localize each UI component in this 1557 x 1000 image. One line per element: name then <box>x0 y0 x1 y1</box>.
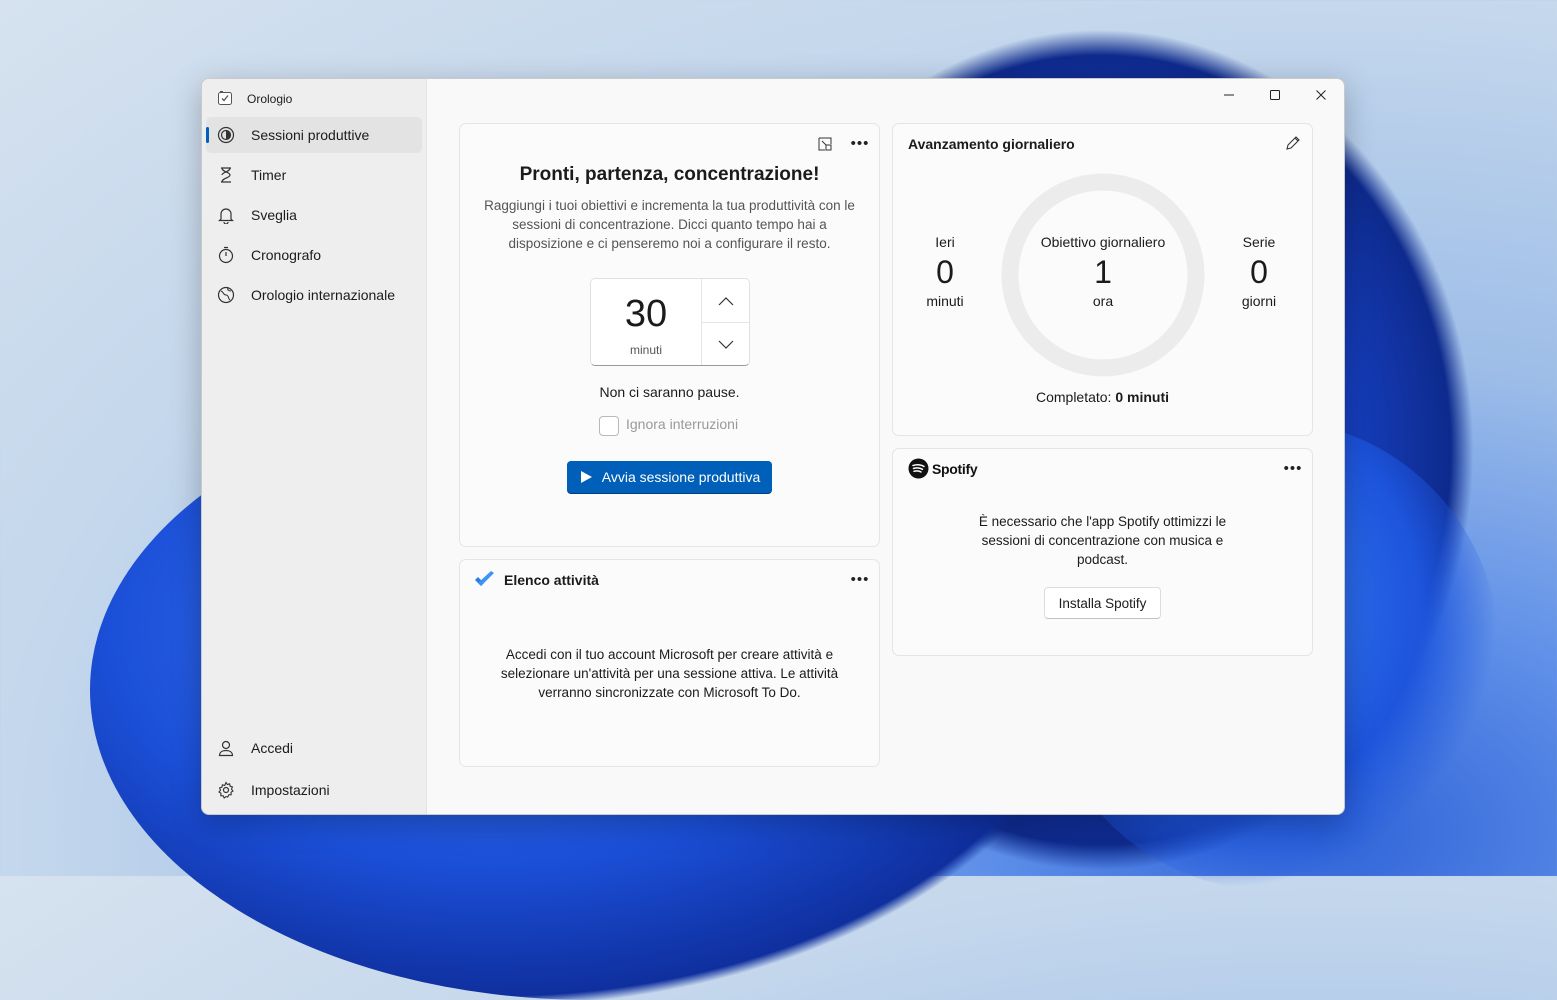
person-icon <box>217 739 235 757</box>
microsoft-todo-icon <box>475 571 494 586</box>
edit-pencil-icon <box>1286 136 1300 150</box>
app-window: Orologio Sessioni produttive Timer Svegl… <box>201 78 1345 815</box>
sidebar-item-label: Accedi <box>251 740 294 756</box>
spotify-icon <box>908 458 929 479</box>
minimize-button[interactable] <box>1206 79 1252 111</box>
sidebar-item-label: Sessioni produttive <box>251 127 370 143</box>
more-options-button[interactable]: ••• <box>849 133 871 153</box>
sidebar-item-orologio-internazionale[interactable]: Orologio internazionale <box>206 277 422 313</box>
minimize-icon <box>1224 94 1234 96</box>
maximize-button[interactable] <box>1252 79 1298 111</box>
completed-text: Completato: 0 minuti <box>893 389 1312 405</box>
tasks-message: Accedi con il tuo account Microsoft per … <box>500 647 839 700</box>
focus-description: Raggiungi i tuoi obiettivi e incrementa … <box>484 198 855 251</box>
minutes-value[interactable]: 30 <box>591 293 701 336</box>
bell-icon <box>217 206 235 224</box>
goal-value: 1 <box>1094 254 1112 290</box>
spotify-logo: Spotify <box>908 458 978 479</box>
hourglass-icon <box>217 166 235 184</box>
more-icon: ••• <box>850 134 870 152</box>
tasks-header: Elenco attività <box>474 571 599 589</box>
daily-goal-stat: Obiettivo giornaliero 1 ora <box>1023 234 1183 309</box>
streak-unit: giorni <box>1241 293 1277 309</box>
skip-breaks-checkbox[interactable] <box>599 416 619 436</box>
sidebar-item-label: Cronografo <box>251 247 322 263</box>
sidebar: Orologio Sessioni produttive Timer Svegl… <box>202 79 427 814</box>
increment-button[interactable] <box>702 279 749 322</box>
sidebar-item-cronografo[interactable]: Cronografo <box>206 237 422 273</box>
streak-label: Serie <box>1242 234 1276 250</box>
more-icon: ••• <box>1283 459 1303 477</box>
focus-session-card: ••• Pronti, partenza, concentrazione! Ra… <box>459 123 880 547</box>
globe-icon <box>217 286 235 304</box>
yesterday-unit: minuti <box>926 293 964 309</box>
breaks-text: Non ci saranno pause. <box>599 384 740 400</box>
spotify-brand: Spotify <box>932 460 978 477</box>
install-spotify-button[interactable]: Installa Spotify <box>1044 587 1161 619</box>
more-icon: ••• <box>850 570 870 588</box>
focus-title: Pronti, partenza, concentrazione! <box>519 164 820 185</box>
compact-overlay-icon <box>818 137 832 151</box>
spotify-card: Spotify ••• È necessario che l'app Spoti… <box>892 448 1313 656</box>
tasks-card: Elenco attività ••• Accedi con il tuo ac… <box>459 559 880 767</box>
minutes-unit: minuti <box>629 343 662 357</box>
yesterday-label: Ieri <box>935 234 955 250</box>
minutes-stepper: 30 minuti <box>590 278 750 366</box>
tasks-more-button[interactable]: ••• <box>849 569 871 589</box>
completed-value: 0 minuti <box>1115 389 1170 405</box>
sidebar-item-label: Orologio internazionale <box>251 287 395 303</box>
spotify-message: È necessario che l'app Spotify ottimizzi… <box>978 514 1227 567</box>
goal-unit: ora <box>1092 293 1114 309</box>
sidebar-item-label: Impostazioni <box>251 782 330 798</box>
sidebar-item-sessioni-produttive[interactable]: Sessioni produttive <box>206 117 422 153</box>
tasks-title: Elenco attività <box>504 572 599 588</box>
streak-value: 0 <box>1250 254 1268 290</box>
completed-label: Completato: <box>1035 389 1112 405</box>
start-focus-button[interactable]: Avvia sessione produttiva <box>567 461 772 493</box>
stopwatch-icon <box>217 246 235 264</box>
sidebar-item-accedi[interactable]: Accedi <box>206 730 422 766</box>
maximize-icon <box>1270 90 1280 100</box>
gear-icon <box>217 781 235 799</box>
close-icon <box>1316 90 1326 100</box>
skip-breaks-label: Ignora interruzioni <box>626 416 739 432</box>
clock-app-icon <box>217 90 233 109</box>
compact-overlay-button[interactable] <box>814 134 836 154</box>
spotify-more-button[interactable]: ••• <box>1282 458 1304 478</box>
chevron-down-icon <box>718 340 733 349</box>
sidebar-item-impostazioni[interactable]: Impostazioni <box>206 772 422 808</box>
start-focus-label: Avvia sessione produttiva <box>601 469 761 485</box>
sidebar-item-timer[interactable]: Timer <box>206 157 422 193</box>
yesterday-stat: Ieri 0 minuti <box>915 234 975 309</box>
decrement-button[interactable] <box>702 323 749 366</box>
sidebar-item-sveglia[interactable]: Sveglia <box>206 197 422 233</box>
chevron-up-icon <box>718 296 733 305</box>
yesterday-value: 0 <box>936 254 954 290</box>
progress-title: Avanzamento giornaliero <box>908 136 1075 152</box>
title-bar: Orologio <box>217 89 292 109</box>
play-icon <box>580 471 592 483</box>
focus-icon <box>217 126 235 144</box>
daily-progress-card: Avanzamento giornaliero Ieri 0 minuti Ob… <box>892 123 1313 436</box>
streak-stat: Serie 0 giorni <box>1229 234 1289 309</box>
sidebar-item-label: Sveglia <box>251 207 297 223</box>
edit-goal-button[interactable] <box>1282 133 1304 153</box>
sidebar-item-label: Timer <box>251 167 287 183</box>
app-title: Orologio <box>247 92 293 106</box>
close-button[interactable] <box>1298 79 1344 111</box>
goal-label: Obiettivo giornaliero <box>1040 234 1166 250</box>
